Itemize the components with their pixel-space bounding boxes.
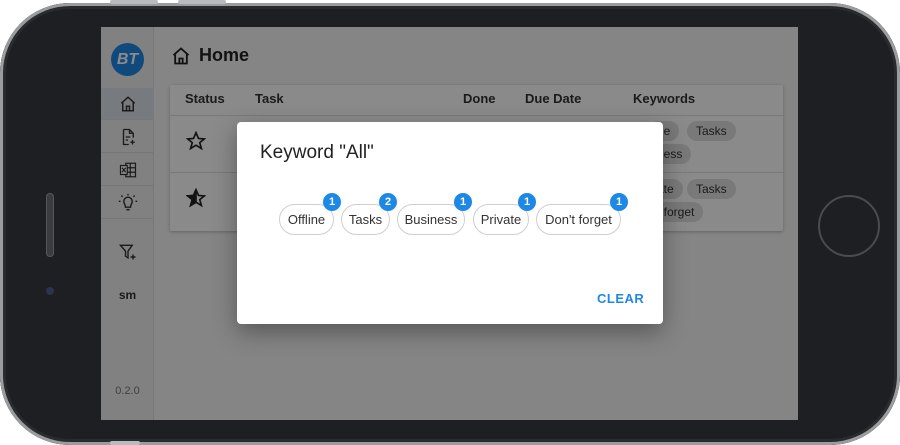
keyword-label: Business: [404, 212, 458, 227]
keyword-chip-private[interactable]: Private 1: [473, 193, 536, 235]
dialog-title: Keyword "All": [260, 142, 374, 163]
home-hardware-button[interactable]: [818, 195, 880, 257]
keyword-count-badge: 1: [454, 193, 472, 211]
power-button: [110, 441, 140, 445]
keyword-label: Don't forget: [545, 212, 612, 227]
keyword-chip-offline[interactable]: Offline 1: [279, 193, 341, 235]
volume-up-button: [110, 0, 158, 4]
speaker-grille: [46, 193, 54, 257]
volume-down-button: [178, 0, 226, 4]
camera-lens: [46, 287, 54, 295]
keyword-label: Tasks: [348, 212, 383, 227]
keyword-chip-dont-forget[interactable]: Don't forget 1: [536, 193, 628, 235]
keyword-label: Offline: [287, 212, 326, 227]
keyword-label: Private: [480, 212, 522, 227]
keyword-count-badge: 1: [610, 193, 628, 211]
keyword-count-badge: 2: [379, 193, 397, 211]
keyword-chip-business[interactable]: Business 1: [397, 193, 472, 235]
keyword-dialog: Keyword "All" Offline 1 Tasks 2 Business…: [237, 122, 663, 324]
clear-button[interactable]: CLEAR: [597, 291, 644, 306]
keyword-chip-tasks[interactable]: Tasks 2: [341, 193, 397, 235]
keyword-count-badge: 1: [518, 193, 536, 211]
keyword-count-badge: 1: [323, 193, 341, 211]
